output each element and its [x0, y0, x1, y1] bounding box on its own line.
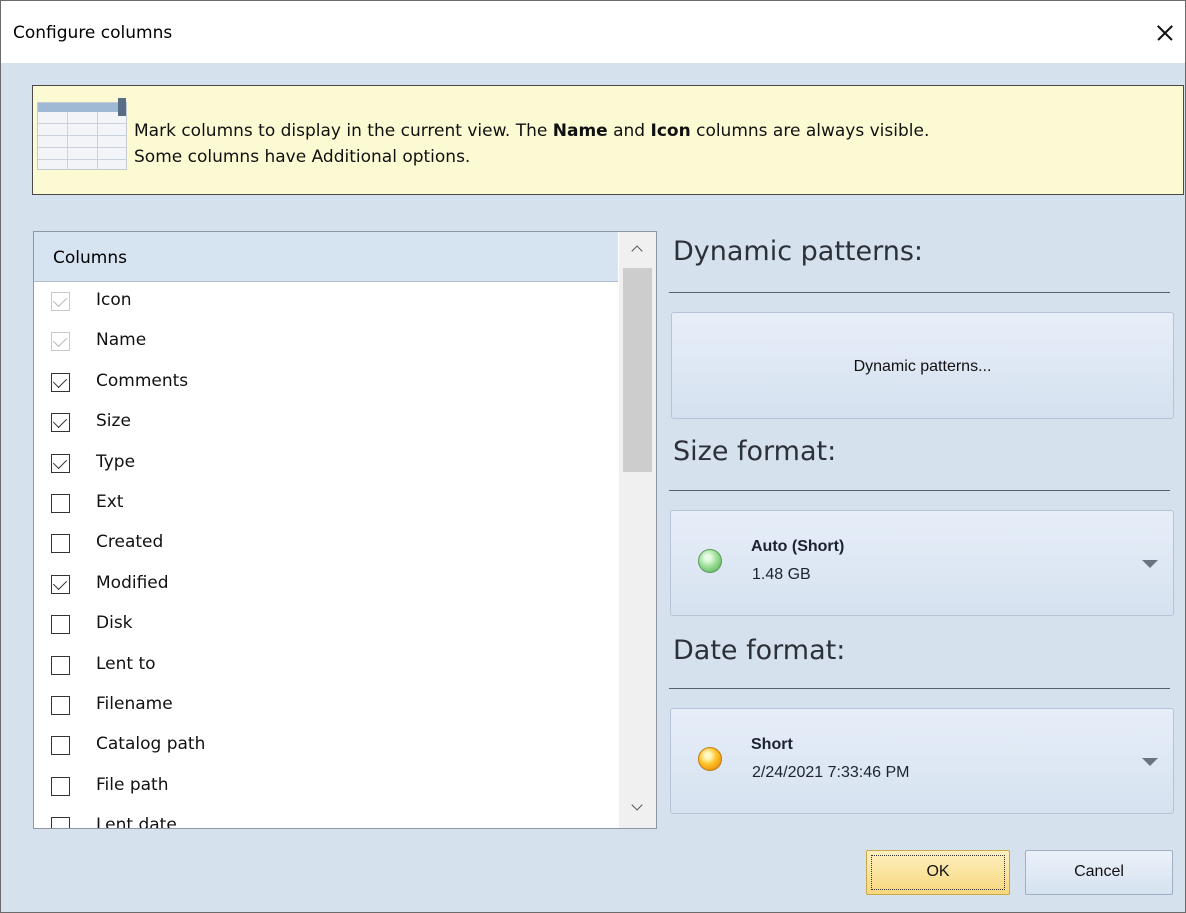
orange-status-orb-icon — [698, 747, 722, 771]
column-row[interactable]: Disk — [34, 605, 618, 645]
column-row[interactable]: Lent date — [34, 807, 618, 829]
size-format-dropdown[interactable]: Auto (Short) 1.48 GB — [670, 510, 1174, 616]
column-checkbox[interactable] — [51, 534, 70, 554]
column-label: Comments — [96, 370, 189, 391]
column-row[interactable]: Type — [34, 444, 618, 484]
columns-rows: Icon Name Comments Size Type Ext Created Modifi… — [34, 282, 618, 829]
column-label: Icon — [96, 290, 132, 310]
column-row[interactable]: Icon — [34, 282, 618, 322]
column-row[interactable]: Comments — [34, 363, 618, 403]
column-label: Modified — [96, 572, 169, 593]
column-checkbox[interactable] — [51, 372, 70, 392]
column-checkbox[interactable] — [51, 413, 70, 433]
column-row[interactable]: Size — [34, 403, 618, 443]
column-label: Name — [96, 330, 147, 351]
column-row[interactable]: Filename — [34, 686, 618, 726]
dropdown-arrow-icon[interactable] — [1142, 560, 1158, 568]
columns-list[interactable]: Columns Icon Name Comments Size Type Ext Creat… — [33, 231, 657, 829]
separator — [669, 688, 1170, 689]
separator — [669, 292, 1170, 293]
column-checkbox[interactable] — [51, 655, 70, 675]
dropdown-arrow-icon[interactable] — [1142, 758, 1158, 766]
dynamic-patterns-heading: Dynamic patterns: — [673, 236, 924, 267]
scroll-down-arrow-icon[interactable] — [619, 792, 656, 828]
column-checkbox[interactable] — [51, 736, 70, 756]
column-checkbox[interactable] — [51, 817, 70, 828]
column-row[interactable]: Modified — [34, 565, 618, 605]
ok-button[interactable]: OK — [866, 850, 1010, 895]
size-format-value: Auto (Short) — [751, 538, 845, 555]
table-columns-icon — [37, 98, 127, 170]
dialog-body: Mark columns to display in the current v… — [1, 63, 1185, 912]
size-format-heading: Size format: — [673, 436, 837, 467]
date-format-dropdown[interactable]: Short 2/24/2021 7:33:46 PM — [670, 708, 1174, 814]
column-row[interactable]: Created — [34, 524, 618, 564]
title-bar: Configure columns — [1, 1, 1185, 63]
info-banner: Mark columns to display in the current v… — [32, 85, 1184, 195]
separator — [669, 490, 1170, 491]
column-label: Catalog path — [96, 734, 206, 755]
column-row[interactable]: Catalog path — [34, 726, 618, 766]
column-label: Ext — [96, 491, 124, 512]
column-row[interactable]: Lent to — [34, 646, 618, 686]
column-checkbox[interactable] — [51, 493, 70, 513]
column-checkbox — [51, 332, 70, 352]
column-label: Type — [96, 451, 136, 472]
vertical-scrollbar[interactable] — [619, 232, 656, 828]
configure-columns-dialog: Configure columns Mark columns to displa… — [0, 0, 1186, 913]
column-label: Lent date — [96, 815, 177, 829]
date-format-value: Short — [751, 736, 793, 753]
date-format-heading: Date format: — [673, 635, 846, 666]
column-row[interactable]: File path — [34, 767, 618, 807]
column-checkbox[interactable] — [51, 453, 70, 473]
scroll-thumb[interactable] — [623, 268, 652, 472]
green-status-orb-icon — [698, 549, 722, 573]
column-checkbox[interactable] — [51, 776, 70, 796]
column-label: Disk — [96, 613, 133, 634]
info-text: Mark columns to display in the current v… — [134, 121, 930, 167]
dynamic-patterns-button[interactable]: Dynamic patterns... — [671, 312, 1174, 419]
close-icon[interactable] — [1141, 11, 1185, 55]
cancel-button[interactable]: Cancel — [1025, 850, 1173, 895]
column-row[interactable]: Ext — [34, 484, 618, 524]
column-label: Created — [96, 532, 164, 553]
column-row[interactable]: Name — [34, 322, 618, 362]
column-label: Lent to — [96, 653, 156, 674]
size-format-sample: 1.48 GB — [752, 566, 811, 583]
column-checkbox — [51, 292, 70, 311]
column-checkbox[interactable] — [51, 615, 70, 635]
column-checkbox[interactable] — [51, 574, 70, 594]
dialog-title: Configure columns — [13, 23, 173, 43]
column-label: Size — [96, 411, 131, 432]
column-label: File path — [96, 774, 169, 795]
column-checkbox[interactable] — [51, 695, 70, 715]
scroll-up-arrow-icon[interactable] — [619, 232, 656, 268]
columns-list-header: Columns — [34, 232, 618, 282]
column-label: Filename — [96, 693, 173, 714]
date-format-sample: 2/24/2021 7:33:46 PM — [752, 764, 910, 781]
